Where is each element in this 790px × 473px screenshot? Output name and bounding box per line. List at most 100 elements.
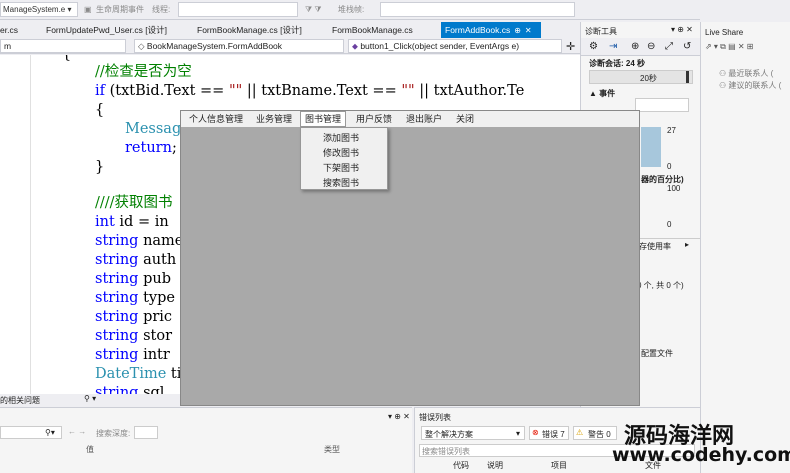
split-icon[interactable]: ✛	[566, 40, 575, 53]
stack-frame-combo[interactable]	[380, 2, 575, 17]
filter-icon[interactable]: ⧩ ⧩	[305, 3, 322, 16]
object-count: 0 个, 共 0 个)	[637, 281, 684, 290]
menu-personal-info[interactable]: 个人信息管理	[185, 111, 247, 127]
timeline[interactable]: 20秒	[589, 70, 693, 84]
menu-feedback[interactable]: 用户反馈	[352, 111, 396, 127]
diag-toolbar: ⚙ ⇥ ⊕ ⊖ ⤢ ↺	[581, 38, 700, 56]
error-scope-value: 整个解决方案	[425, 430, 473, 439]
menu-search-book[interactable]: 搜索图书	[323, 176, 359, 189]
code-brace-open: {	[62, 55, 71, 64]
code-comment-get-book: ////获取图书	[95, 195, 173, 211]
code-if-line: if (txtBid.Text == "" || txtBname.Text =…	[95, 82, 524, 101]
zoom-out-icon[interactable]: ⊖	[647, 41, 655, 52]
indent-guide	[30, 55, 31, 395]
tab-form-add-book[interactable]: FormAddBook.cs ⊕ ✕	[441, 22, 541, 38]
pin-icon[interactable]: ▾ ⊕ ✕	[388, 412, 410, 421]
reset-icon[interactable]: ↺	[683, 41, 691, 52]
process-memory-bar	[641, 127, 661, 167]
live-share-panel: Live Share ⇗ ▾ ⧉ ▤ ✕ ⊞ ⚇ 最近联系人 ( ⚇ 建议的联系…	[700, 22, 790, 473]
close-icon[interactable]: ✕	[525, 26, 532, 35]
menu-book-management[interactable]: 图书管理	[300, 111, 347, 127]
menu-add-book[interactable]: 添加图书	[323, 131, 359, 144]
code-comment-check-empty: //检查是否为空	[95, 64, 192, 80]
code-token: string	[95, 347, 139, 363]
gear-icon[interactable]: ⚙	[589, 41, 598, 52]
code-return-line: return;	[125, 139, 177, 158]
search-depth-combo[interactable]	[134, 426, 158, 439]
code-string-intr: string intr	[95, 346, 170, 365]
zoom-fit-icon[interactable]: ⤢	[665, 41, 673, 52]
cpu-min: 0	[667, 220, 672, 229]
live-share-toolbar-icons[interactable]: ⇗ ▾ ⧉ ▤ ✕ ⊞	[705, 42, 754, 52]
code-string-name: string name	[95, 232, 183, 251]
search-depth-label: 搜索深度:	[96, 429, 131, 438]
column-value[interactable]: 值	[86, 444, 94, 455]
menu-close[interactable]: 关闭	[452, 111, 478, 127]
code-token: type	[138, 290, 175, 306]
watch-search-input[interactable]: ⚲▾	[0, 426, 62, 439]
lifecycle-icon[interactable]: ▣	[84, 3, 92, 16]
timeline-label: 20秒	[640, 74, 657, 83]
pin-icon[interactable]: ⊕	[514, 26, 521, 35]
error-icon: ⊗	[532, 428, 539, 437]
zoom-in-icon[interactable]: ⊕	[631, 41, 639, 52]
diag-session: 诊断会话: 24 秒	[589, 59, 646, 68]
code-token: string	[95, 328, 139, 344]
column-code[interactable]: 代码	[453, 460, 469, 471]
tab-form-book-manage-design[interactable]: FormBookManage.cs [设计]	[197, 22, 302, 38]
memory-min: 0	[667, 162, 672, 171]
code-token: (txtBid.Text ==	[105, 83, 229, 99]
thread-combo[interactable]	[178, 2, 298, 17]
live-share-title: Live Share	[705, 28, 744, 37]
column-type[interactable]: 类型	[324, 444, 340, 455]
thread-label: 线程:	[152, 5, 171, 14]
error-list-title: 错误列表	[419, 413, 451, 422]
menu-logout[interactable]: 退出账户	[402, 111, 446, 127]
lifecycle-label[interactable]: 生命周期事件	[96, 3, 144, 16]
events-track	[635, 98, 689, 112]
export-icon[interactable]: ⇥	[609, 41, 617, 52]
profile-label: 配置文件	[641, 349, 673, 358]
chevron-icon[interactable]: ▸	[685, 240, 689, 249]
class-combo[interactable]: ◇ BookManageSystem.FormAddBook	[134, 39, 344, 53]
code-token: return	[125, 140, 172, 156]
code-brace-inner-open: {	[95, 102, 105, 118]
code-brace-inner-close: }	[95, 159, 105, 175]
process-combo[interactable]: ManageSystem.e ▾	[0, 2, 78, 17]
tab-form-update-pwd[interactable]: FormUpdatePwd_User.cs [设计]	[46, 22, 167, 38]
errors-filter-button[interactable]: ⊗ 错误 7	[529, 426, 569, 440]
watermark-url: www.codehy.com	[612, 444, 790, 466]
stack-label: 堆栈帧:	[338, 5, 365, 14]
form-add-book-window[interactable]: 个人信息管理 业务管理 图书管理 用户反馈 退出账户 关闭 添加图书 修改图书 …	[180, 110, 640, 406]
nav-arrows-icon[interactable]: ← →	[68, 427, 86, 436]
menu-remove-book[interactable]: 下架图书	[323, 161, 359, 174]
dropdown-icon[interactable]: ⚲ ▾	[84, 394, 96, 403]
issues-label[interactable]: 的相关问题	[0, 395, 40, 406]
code-token: intr	[138, 347, 170, 363]
suggested-contacts[interactable]: ⚇ 建议的联系人 (	[719, 80, 781, 91]
method-combo[interactable]: ⬥ button1_Click(object sender, EventArgs…	[348, 39, 562, 53]
pin-icon[interactable]: ▾ ⊕ ✕	[671, 25, 693, 34]
error-scope-combo[interactable]: 整个解决方案 ▾	[421, 426, 525, 440]
code-token: string	[95, 252, 139, 268]
memory-tab[interactable]: 存使用率	[639, 241, 671, 252]
suggested-contacts-label: 建议的联系人 (	[728, 81, 782, 90]
warnings-filter-button[interactable]: ⚠ 警告 0	[573, 426, 617, 440]
search-icon[interactable]: ⚲▾	[45, 428, 55, 437]
column-project[interactable]: 项目	[551, 460, 567, 471]
diag-tabs: 存使用率 ▸	[637, 238, 700, 252]
tab-form-book-manage[interactable]: FormBookManage.cs	[332, 22, 413, 38]
menu-business[interactable]: 业务管理	[252, 111, 296, 127]
tab-label: er.cs	[0, 25, 18, 35]
code-string-auth: string auth	[95, 251, 176, 270]
column-description[interactable]: 说明	[487, 460, 503, 471]
warnings-count: 警告 0	[588, 430, 611, 439]
diag-title: 诊断工具	[585, 27, 617, 36]
code-token: pub	[138, 271, 171, 287]
menu-edit-book[interactable]: 修改图书	[323, 146, 359, 159]
recent-contacts[interactable]: ⚇ 最近联系人 (	[719, 68, 773, 79]
code-token: string	[95, 290, 139, 306]
tab-label: FormBookManage.cs	[332, 25, 413, 35]
scope-combo[interactable]: m	[0, 39, 126, 53]
tab-user-cs[interactable]: er.cs	[0, 22, 18, 38]
